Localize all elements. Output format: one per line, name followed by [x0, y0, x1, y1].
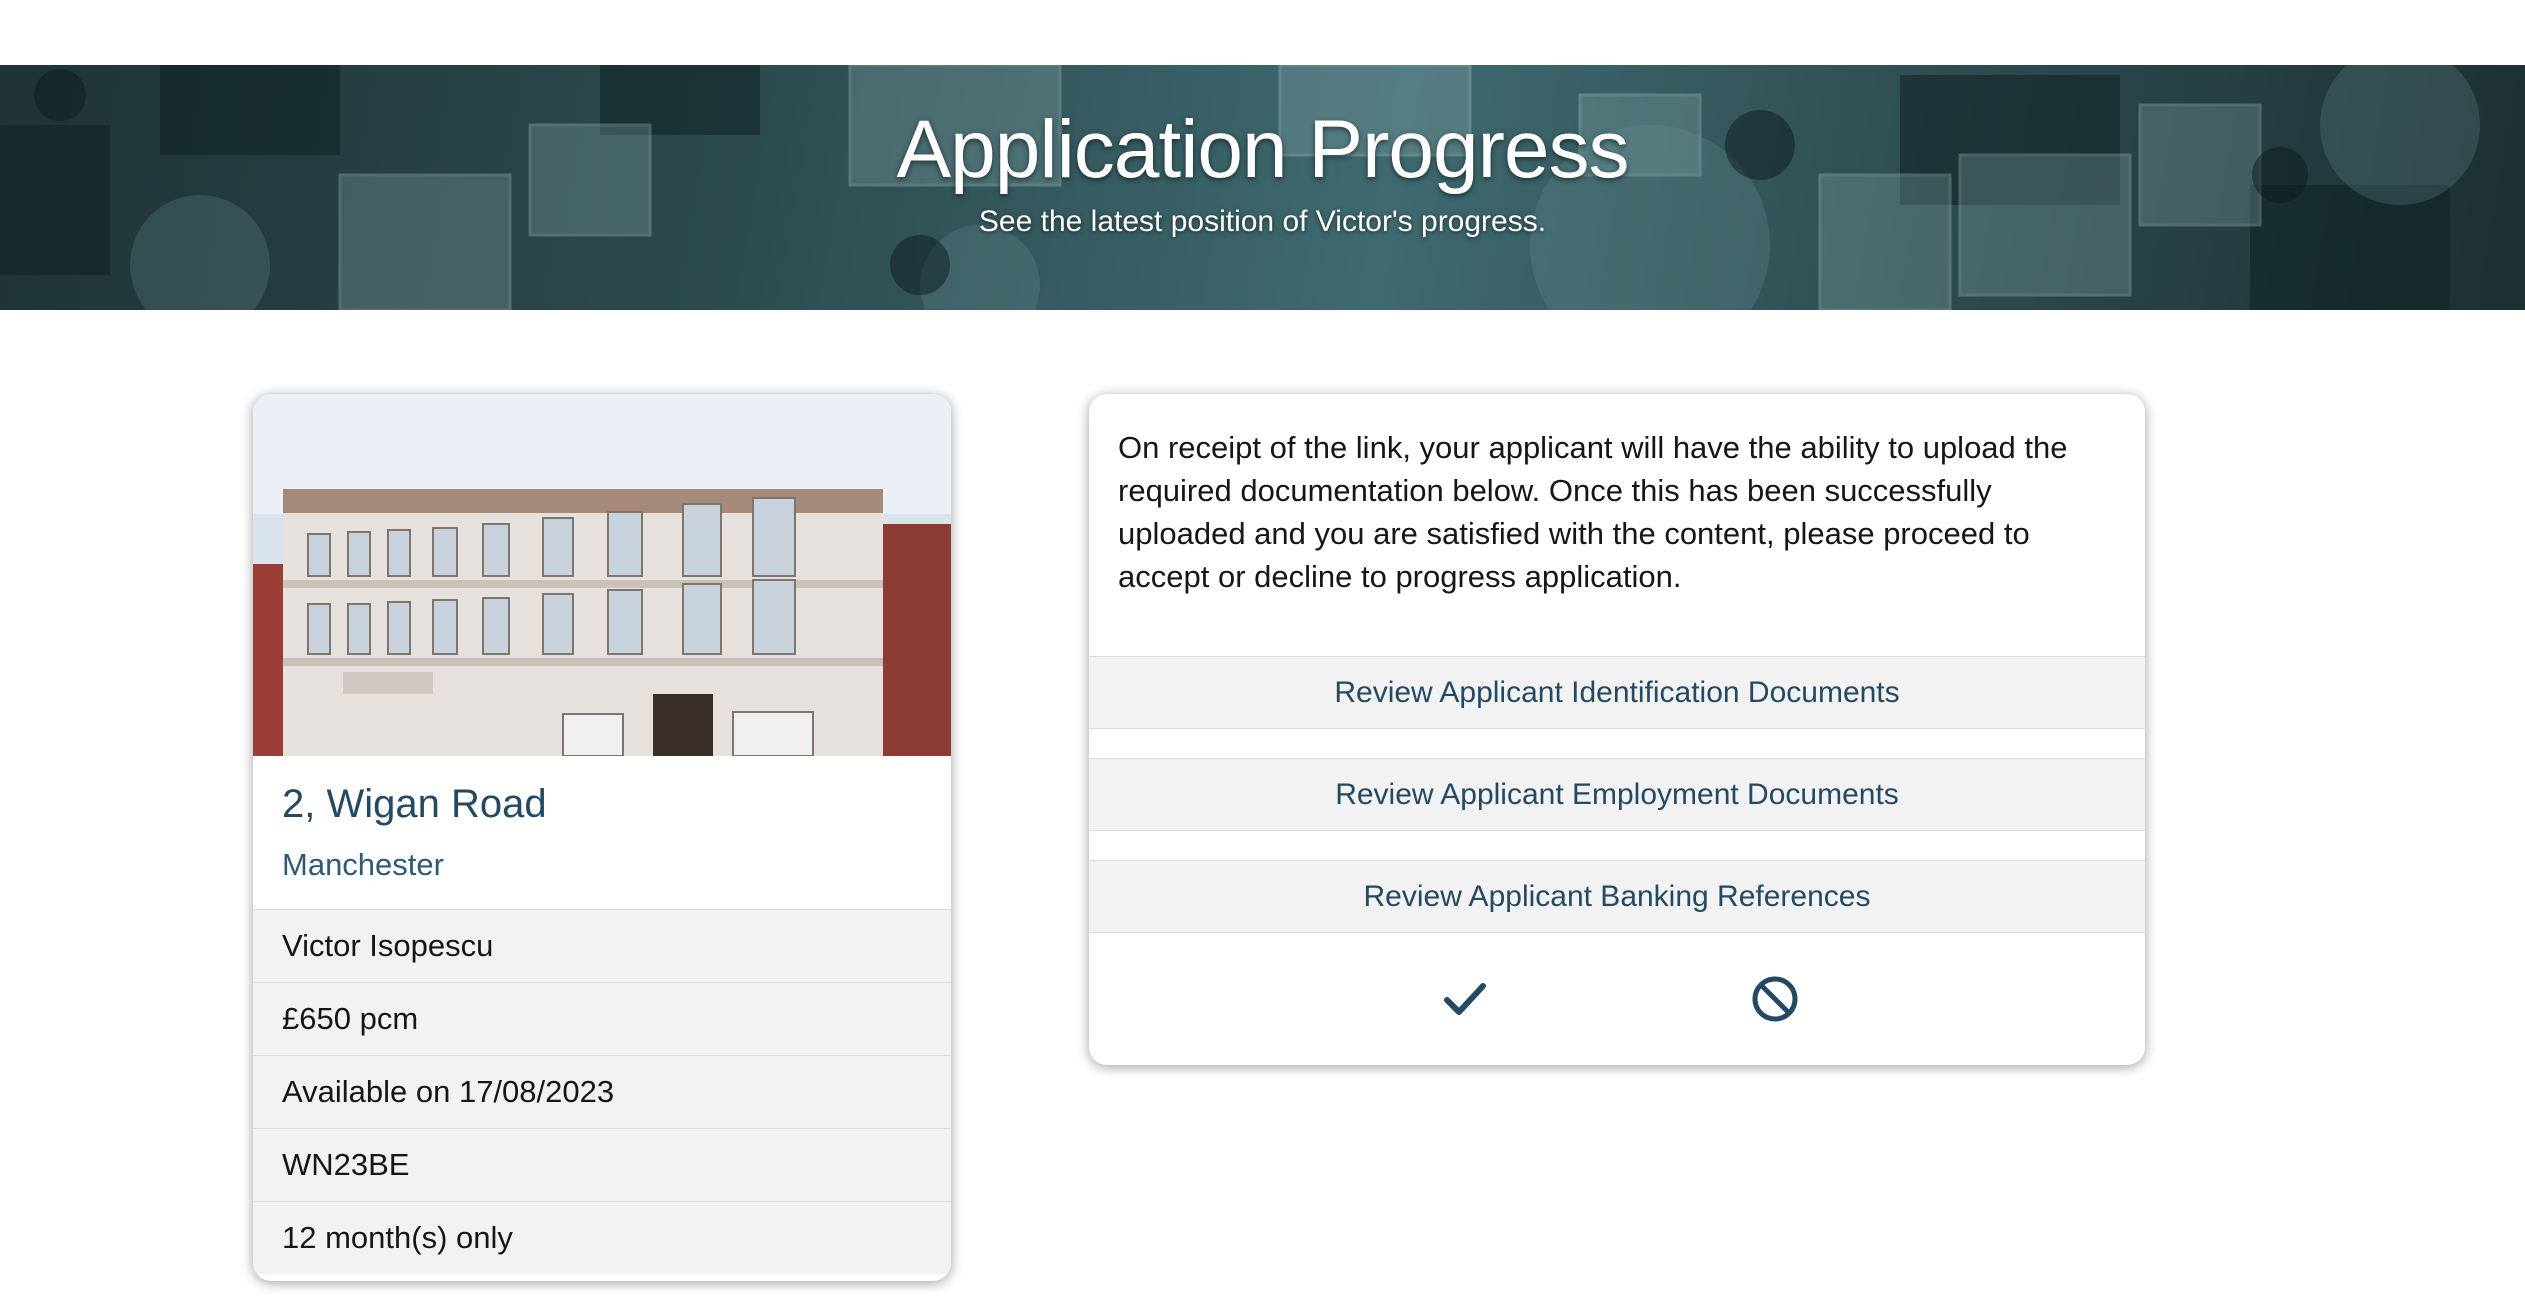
postcode: WN23BE — [253, 1128, 951, 1201]
availability-date: Available on 17/08/2023 — [253, 1055, 951, 1128]
property-card: 2, Wigan Road Manchester Victor Isopescu… — [253, 394, 951, 1281]
decision-actions — [1089, 933, 2145, 1063]
review-employment-link[interactable]: Review Applicant Employment Documents — [1089, 758, 2145, 831]
address-city: Manchester — [282, 847, 444, 882]
property-address: 2, Wigan Road Manchester — [253, 756, 951, 909]
hero-banner: Application Progress See the latest posi… — [0, 65, 2525, 310]
tenancy-term: 12 month(s) only — [253, 1201, 951, 1274]
instructions-text: On receipt of the link, your applicant w… — [1118, 430, 2068, 594]
top-bar — [0, 0, 2525, 65]
page-title: Application Progress — [896, 104, 1629, 195]
address-line1: 2, Wigan Road — [282, 782, 547, 826]
check-icon[interactable] — [1439, 973, 1491, 1025]
rent-amount: £650 pcm — [253, 982, 951, 1055]
review-identification-link[interactable]: Review Applicant Identification Document… — [1089, 656, 2145, 729]
applicant-name: Victor Isopescu — [253, 909, 951, 982]
page-subtitle: See the latest position of Victor's prog… — [978, 205, 1547, 238]
property-photo — [253, 394, 951, 756]
review-banking-link[interactable]: Review Applicant Banking References — [1089, 860, 2145, 933]
application-actions-card: On receipt of the link, your applicant w… — [1089, 394, 2145, 1065]
block-icon[interactable] — [1749, 973, 1801, 1025]
